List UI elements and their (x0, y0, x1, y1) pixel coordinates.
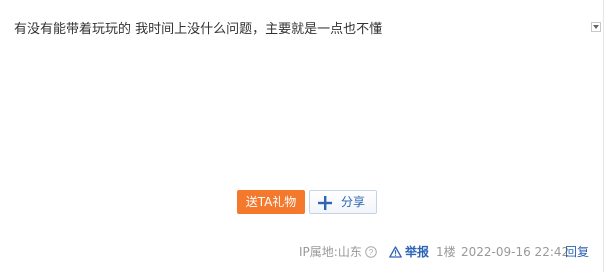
share-plus-icon (318, 196, 332, 210)
post-content: 有没有能带着玩玩的 我时间上没什么问题，主要就是一点也不懂 (14, 22, 383, 37)
share-label: 分享 (341, 195, 366, 209)
report-label: 举报 (405, 245, 430, 259)
post-menu-toggle[interactable] (591, 22, 601, 32)
help-circle-icon[interactable]: ? (365, 246, 377, 258)
post-timestamp: 2022-09-16 22:42 (461, 245, 570, 259)
report-link[interactable]: 举报 (389, 244, 429, 260)
post-item: 有没有能带着玩玩的 我时间上没什么问题，主要就是一点也不懂 送TA礼物 分享 I… (0, 0, 604, 272)
send-gift-button[interactable]: 送TA礼物 (237, 190, 305, 214)
floor-number: 1楼 (436, 245, 456, 259)
warning-icon (389, 246, 402, 258)
ip-location: IP属地:山东 (299, 245, 362, 259)
svg-text:?: ? (369, 248, 374, 257)
reply-link[interactable]: 回复 (565, 244, 589, 260)
share-button[interactable]: 分享 (309, 190, 377, 214)
caret-down-icon (593, 25, 599, 29)
